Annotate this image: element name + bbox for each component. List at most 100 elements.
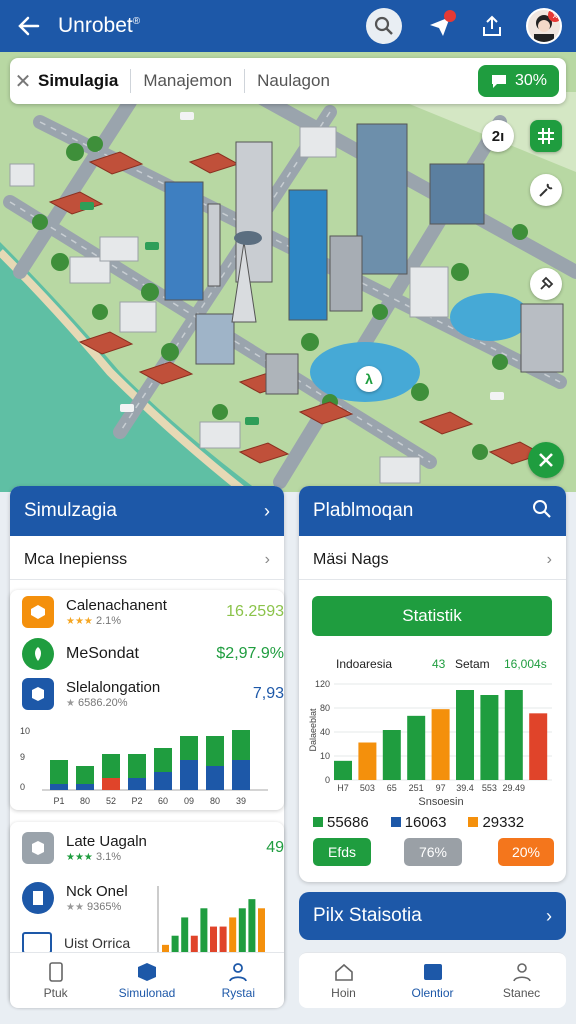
bar: [431, 709, 450, 780]
trademark-mark: ®: [132, 16, 141, 27]
list-item-name: MeSondat: [66, 645, 139, 662]
bar: [529, 713, 548, 780]
legend-item: 29332: [468, 814, 524, 831]
status-pill-orange[interactable]: 20%: [498, 838, 554, 866]
search-button[interactable]: [366, 8, 402, 44]
nav-rystai[interactable]: Rystai: [193, 953, 284, 1008]
y-tick-label: 80: [320, 703, 330, 713]
list-item-name: Late Uagaln: [66, 833, 147, 850]
grid-icon: [538, 128, 554, 144]
satellite-button[interactable]: [530, 268, 562, 300]
tab-manajemon[interactable]: Manajemon: [131, 71, 244, 91]
list-item[interactable]: Uist Orrica: [22, 932, 152, 954]
right-panel-header[interactable]: Plablmoqan: [299, 486, 566, 536]
rating-stars: ★★★: [66, 852, 93, 863]
pilx-banner-label: Pilx Staisotia: [313, 905, 422, 926]
avatar-badge: x: [548, 10, 560, 22]
lake-marker[interactable]: λ: [356, 366, 382, 392]
map-zoom-label: 2ı: [491, 127, 505, 145]
header-value: Setam: [455, 657, 490, 671]
chevron-right-icon: ›: [264, 500, 270, 521]
bar: [210, 926, 217, 954]
x-axis-label: Snsoesin: [418, 796, 463, 806]
statistik-button[interactable]: Statistik: [312, 596, 552, 636]
tab-simulagia[interactable]: Simulagia: [36, 71, 130, 91]
nav-label: Rystai: [221, 985, 255, 1000]
nav-ptuk[interactable]: Ptuk: [10, 953, 101, 1008]
nav-label: Olentior: [411, 985, 454, 1000]
left-panel-row[interactable]: Mca Inepienss ›: [10, 540, 284, 580]
legend-item: 16063: [390, 814, 446, 831]
list-item[interactable]: MeSondat $2,97.9%: [22, 638, 284, 670]
grid-toggle-button[interactable]: [530, 120, 562, 152]
list-item[interactable]: Nck Onel ★★ 9365%: [22, 882, 152, 914]
close-map-button[interactable]: [528, 442, 564, 478]
bar: [219, 926, 227, 954]
y-tick-label: 9: [20, 752, 25, 762]
progress-badge[interactable]: 30%: [477, 65, 559, 97]
bar-segment: [76, 784, 94, 790]
bar: [382, 730, 401, 780]
map-zoom-button[interactable]: 2ı: [482, 120, 514, 152]
bar-segment: [206, 766, 224, 790]
right-panel-row[interactable]: Mäsi Nags ›: [299, 540, 566, 580]
x-tick-label: 65: [387, 783, 397, 793]
bar-segment: [128, 778, 146, 790]
y-axis-label: Dalaeeblat: [308, 708, 318, 752]
tab-naulagon[interactable]: Naulagon: [245, 71, 342, 91]
nav-simulonad[interactable]: Simulonad: [101, 953, 192, 1008]
stats-card-a: Calenachanent ★★★ 2.1% 16.2593 MeSondat $…: [10, 590, 284, 810]
list-item-name: Slelalongation: [66, 679, 161, 696]
bar: [248, 899, 256, 954]
list-item-value: 16.2593: [226, 603, 284, 620]
close-tabs-button[interactable]: ✕: [10, 69, 36, 94]
right-panel-title: Plablmoqan: [313, 500, 414, 521]
bar: [181, 917, 189, 954]
share-button[interactable]: [474, 8, 510, 44]
status-pill-gray[interactable]: 76%: [404, 838, 462, 866]
list-item[interactable]: Late Uagaln ★★★ 3.1% 49: [22, 832, 284, 864]
bar: [229, 917, 237, 954]
back-arrow-icon: [18, 16, 40, 36]
share-icon: [483, 15, 501, 36]
list-item[interactable]: Calenachanent ★★★ 2.1% 16.2593: [22, 596, 284, 628]
person-icon: [511, 962, 533, 982]
legend-swatch: [468, 817, 479, 827]
y-tick-label: 120: [315, 679, 330, 689]
x-tick-label: 80: [210, 796, 220, 806]
x-tick-label: 80: [80, 796, 90, 806]
wrench-icon: [539, 183, 553, 197]
cube-nav-icon: [136, 962, 158, 982]
x-tick-label: 09: [184, 796, 194, 806]
bar-segment: [76, 766, 94, 784]
avatar[interactable]: x: [526, 8, 562, 44]
bottom-nav-left: Ptuk Simulonad Rystai: [10, 952, 284, 1008]
bar-segment: [180, 736, 198, 760]
progress-badge-value: 30%: [514, 72, 547, 89]
back-button[interactable]: [0, 0, 58, 52]
city-map[interactable]: λ: [0, 52, 576, 492]
nav-hoin[interactable]: Hoin: [299, 953, 388, 1008]
x-tick-label: 553: [482, 783, 497, 793]
pilx-banner[interactable]: Pilx Staisotia ›: [299, 892, 566, 940]
door-icon: [22, 882, 54, 914]
bar-segment: [232, 760, 250, 790]
left-panel-header[interactable]: Simulzagia ›: [10, 486, 284, 536]
bar: [238, 908, 246, 954]
bar-segment: [206, 736, 224, 766]
tools-button[interactable]: [530, 174, 562, 206]
x-tick-label: 39: [236, 796, 246, 806]
bar-segment: [50, 760, 68, 784]
bar-segment: [232, 730, 250, 760]
notifications-button[interactable]: [422, 8, 458, 44]
status-pill-green[interactable]: Efds: [313, 838, 371, 866]
list-item-sub: 6586.20%: [78, 697, 128, 709]
home-icon: [333, 962, 355, 982]
nav-label: Simulonad: [118, 985, 176, 1000]
list-item[interactable]: Slelalongation ★ 6586.20% 7,93: [22, 678, 284, 710]
x-tick-label: 52: [106, 796, 116, 806]
nav-olentior[interactable]: Olentior: [388, 953, 477, 1008]
nav-stanec[interactable]: Stanec: [477, 953, 566, 1008]
legend-label: 29332: [482, 814, 525, 831]
bar: [504, 690, 523, 780]
